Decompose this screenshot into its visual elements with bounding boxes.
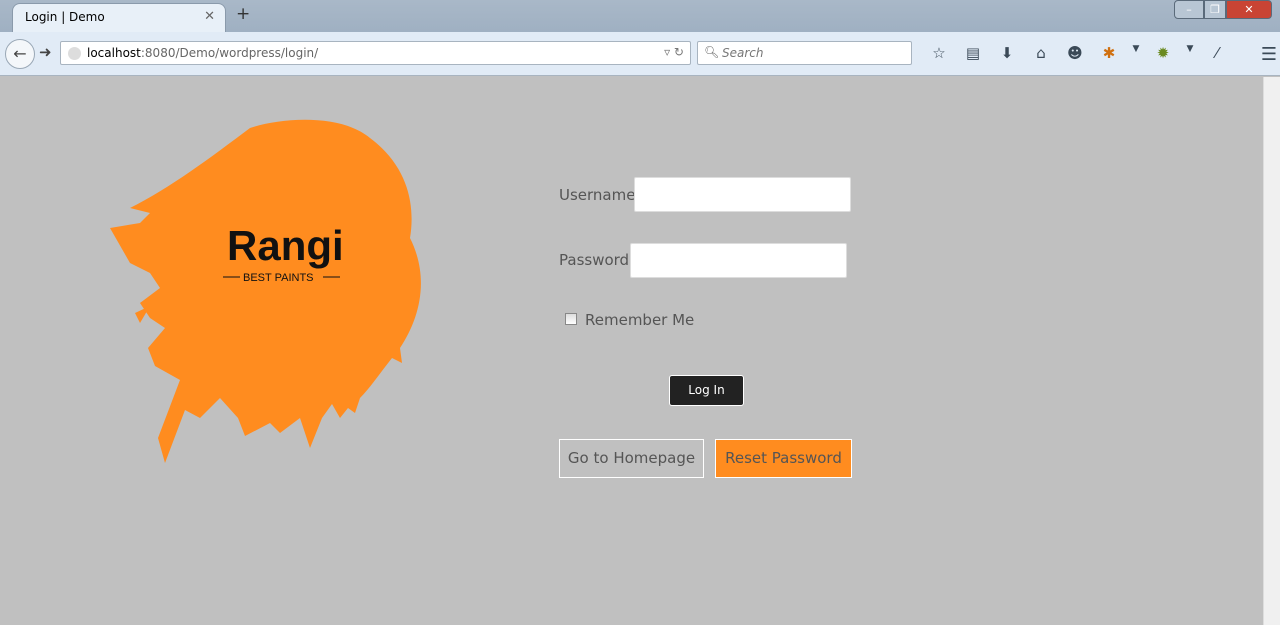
log-in-button[interactable]: Log In (669, 375, 744, 406)
url-bar[interactable]: localhost:8080/Demo/wordpress/login/ ▿ ↻ (60, 41, 691, 65)
window-titlebar: Login | Demo ✕ + – ❐ ✕ (0, 0, 1280, 32)
url-host: localhost (87, 46, 141, 60)
remember-me-label[interactable]: Remember Me (585, 311, 694, 329)
username-input[interactable] (634, 177, 851, 212)
addon-icon[interactable]: ✹ (1146, 44, 1180, 65)
home-icon[interactable]: ⌂ (1024, 44, 1058, 65)
new-tab-icon[interactable]: + (236, 4, 250, 24)
remember-me-checkbox[interactable] (565, 313, 577, 325)
reading-list-icon[interactable]: ▤ (956, 44, 990, 65)
username-label: Username (559, 186, 636, 204)
logo-tagline: BEST PAINTS (243, 272, 314, 284)
globe-icon (68, 47, 81, 60)
logo-name: Rangi (227, 222, 344, 269)
go-to-homepage-button[interactable]: Go to Homepage (559, 439, 704, 478)
tab-title: Login | Demo (25, 10, 105, 24)
star-icon[interactable]: ☆ (922, 44, 956, 65)
search-placeholder: Search (722, 46, 764, 60)
chat-icon[interactable]: ☻ (1058, 44, 1092, 65)
password-label: Password (559, 251, 630, 269)
url-path: :8080/Demo/wordpress/login/ (140, 46, 319, 60)
search-icon: 🔍︎ (704, 45, 720, 59)
restore-icon[interactable]: ❐ (1204, 0, 1226, 19)
reset-password-button[interactable]: Reset Password (715, 439, 852, 478)
nav-toolbar: ← ➜ localhost:8080/Demo/wordpress/login/… (0, 32, 1280, 76)
password-input[interactable] (630, 243, 847, 278)
pin-icon[interactable]: ⁄ (1200, 44, 1234, 65)
search-input[interactable]: 🔍︎ Search (697, 41, 912, 65)
back-icon[interactable]: ← (5, 39, 35, 69)
menu-icon[interactable]: ☰ (1252, 44, 1280, 65)
close-window-icon[interactable]: ✕ (1226, 0, 1272, 19)
download-icon[interactable]: ⬇ (990, 44, 1024, 65)
minimize-icon[interactable]: – (1174, 0, 1204, 19)
scrollbar[interactable] (1263, 77, 1280, 625)
dropdown-icon[interactable]: ▼ (1126, 44, 1146, 65)
firebug-icon[interactable]: ✱ (1092, 44, 1126, 65)
forward-icon[interactable]: ➜ (39, 43, 52, 61)
close-tab-icon[interactable]: ✕ (204, 9, 215, 24)
browser-tab[interactable]: Login | Demo ✕ (12, 3, 226, 32)
dropdown-icon[interactable]: ▼ (1180, 44, 1200, 65)
reload-icon[interactable]: ▿ ↻ (664, 45, 684, 59)
rangi-logo: Rangi BEST PAINTS (110, 119, 421, 463)
paint-splash (110, 119, 421, 463)
